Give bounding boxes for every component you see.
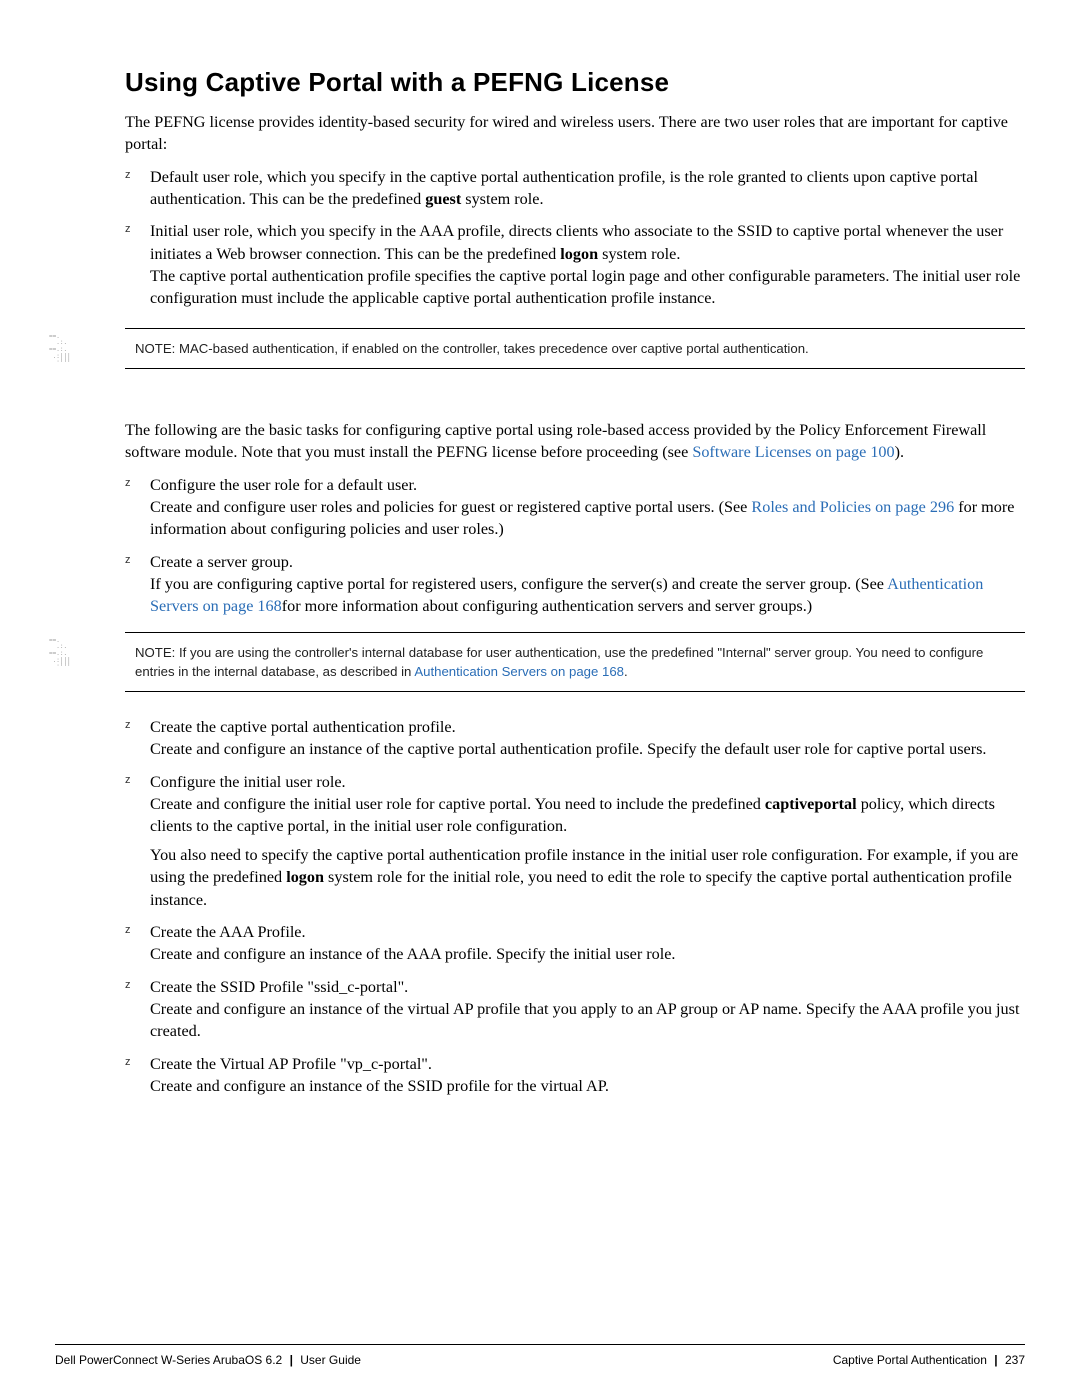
divider <box>125 368 1025 369</box>
task-head: Create the AAA Profile. <box>150 923 306 941</box>
divider <box>125 691 1025 692</box>
roles-list: Default user role, which you specify in … <box>125 166 1025 310</box>
initial-role-text: Initial user role, which you specify in … <box>150 222 1003 262</box>
list-item: Default user role, which you specify in … <box>125 166 1025 211</box>
tasks-list-2: Create the captive portal authentication… <box>125 716 1025 1097</box>
footer-left: Dell PowerConnect W-Series ArubaOS 6.2 |… <box>55 1352 361 1369</box>
note-icon: ==. .:. ==.:. .:||| :||| <box>49 334 85 362</box>
page: Using Captive Portal with a PEFNG Licens… <box>0 0 1080 1397</box>
default-role-text: Default user role, which you specify in … <box>150 168 978 208</box>
note-text: NOTE: MAC-based authentication, if enabl… <box>125 329 1025 368</box>
list-item: Configure the initial user role. Create … <box>125 771 1025 911</box>
task-head: Create the Virtual AP Profile "vp_c-port… <box>150 1055 432 1073</box>
note-block: ==. .:. ==.:. .:||| :||| NOTE: MAC-based… <box>125 328 1025 369</box>
list-item: Create the Virtual AP Profile "vp_c-port… <box>125 1053 1025 1098</box>
task-head: Configure the user role for a default us… <box>150 476 417 494</box>
tasks-list-1: Configure the user role for a default us… <box>125 474 1025 618</box>
task-body: You also need to specify the captive por… <box>150 844 1025 911</box>
note-block: ==. .:. ==.:. .:||| :||| NOTE: If you ar… <box>125 632 1025 692</box>
task-body: Create and configure the initial user ro… <box>150 793 1025 838</box>
content-column: Using Captive Portal with a PEFNG Licens… <box>125 65 1025 1097</box>
task-body: Create and configure an instance of the … <box>150 943 1025 965</box>
footer-separator: | <box>994 1353 997 1367</box>
task-body: Create and configure an instance of the … <box>150 998 1025 1043</box>
note-text: NOTE: If you are using the controller's … <box>125 633 1025 691</box>
page-footer: Dell PowerConnect W-Series ArubaOS 6.2 |… <box>55 1352 1025 1369</box>
intro-paragraph: The PEFNG license provides identity-base… <box>125 111 1025 156</box>
tasks-intro: The following are the basic tasks for co… <box>125 419 1025 464</box>
task-head: Create a server group. <box>150 553 293 571</box>
list-item: Configure the user role for a default us… <box>125 474 1025 541</box>
link-roles-policies[interactable]: Roles and Policies on page 296 <box>751 498 954 516</box>
list-item: Create the captive portal authentication… <box>125 716 1025 761</box>
task-head: Create the SSID Profile "ssid_c-portal". <box>150 978 408 996</box>
task-head: Create the captive portal authentication… <box>150 718 456 736</box>
page-title: Using Captive Portal with a PEFNG Licens… <box>125 65 1025 101</box>
task-body: Create and configure an instance of the … <box>150 738 1025 760</box>
list-item: Create a server group. If you are config… <box>125 551 1025 618</box>
task-head: Configure the initial user role. <box>150 773 346 791</box>
list-item: Create the AAA Profile. Create and confi… <box>125 921 1025 966</box>
link-software-licenses[interactable]: Software Licenses on page 100 <box>692 443 894 461</box>
list-item: Initial user role, which you specify in … <box>125 220 1025 309</box>
note-icon: ==. .:. ==.:. .:||| :||| <box>49 638 85 666</box>
task-body: Create and configure an instance of the … <box>150 1075 1025 1097</box>
task-body: If you are configuring captive portal fo… <box>150 573 1025 618</box>
task-body: Create and configure user roles and poli… <box>150 496 1025 541</box>
footer-divider <box>55 1344 1025 1345</box>
initial-role-body: The captive portal authentication profil… <box>150 265 1025 310</box>
list-item: Create the SSID Profile "ssid_c-portal".… <box>125 976 1025 1043</box>
link-auth-servers-note[interactable]: Authentication Servers on page 168 <box>414 664 624 679</box>
footer-separator: | <box>290 1353 293 1367</box>
footer-right: Captive Portal Authentication | 237 <box>833 1352 1025 1369</box>
